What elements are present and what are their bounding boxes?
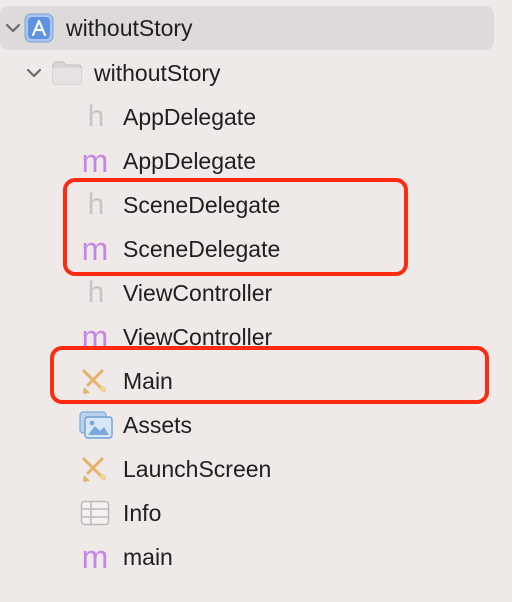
file-row[interactable]: LaunchScreen (0, 447, 494, 491)
file-row[interactable]: Assets (0, 403, 494, 447)
file-row[interactable]: h AppDelegate (0, 95, 494, 139)
file-label: SceneDelegate (123, 192, 281, 218)
file-label: AppDelegate (123, 148, 256, 174)
chevron-down-icon[interactable] (25, 64, 43, 82)
folder-icon (52, 61, 82, 85)
file-label: ViewController (123, 324, 273, 350)
objc-implementation-file-icon: m (81, 319, 109, 355)
group-label: withoutStory (94, 60, 221, 86)
project-navigator: withoutStory withoutStory h AppDelegate … (0, 0, 512, 602)
project-label: withoutStory (66, 15, 193, 41)
project-row-withoutstory[interactable]: withoutStory (0, 6, 494, 50)
chevron-down-icon[interactable] (4, 19, 22, 37)
file-row[interactable]: Main (0, 359, 494, 403)
file-label: Assets (123, 412, 193, 438)
file-label: AppDelegate (123, 104, 256, 130)
file-label: Info (123, 500, 162, 526)
file-row[interactable]: h ViewController (0, 271, 494, 315)
file-label: ViewController (123, 280, 273, 306)
group-row-withoutstory[interactable]: withoutStory (0, 51, 494, 95)
file-row[interactable]: m AppDelegate (0, 139, 494, 183)
objc-implementation-file-icon: m (81, 539, 109, 575)
file-row[interactable]: m main (0, 535, 494, 579)
storyboard-icon (82, 369, 106, 394)
storyboard-icon (82, 457, 106, 482)
file-label: main (123, 544, 173, 570)
file-row[interactable]: m SceneDelegate (0, 227, 494, 271)
header-file-icon: h (87, 276, 105, 309)
header-file-icon: h (87, 188, 105, 221)
file-row[interactable]: m ViewController (0, 315, 494, 359)
header-file-icon: h (87, 100, 105, 133)
asset-catalog-icon (79, 411, 113, 439)
file-row[interactable]: Info (0, 491, 494, 535)
xcode-project-icon (24, 13, 54, 43)
objc-implementation-file-icon: m (81, 143, 109, 179)
file-label: LaunchScreen (123, 456, 272, 482)
file-label: Main (123, 368, 173, 394)
plist-icon (80, 500, 110, 526)
file-row[interactable]: h SceneDelegate (0, 183, 494, 227)
objc-implementation-file-icon: m (81, 231, 109, 267)
file-label: SceneDelegate (123, 236, 281, 262)
